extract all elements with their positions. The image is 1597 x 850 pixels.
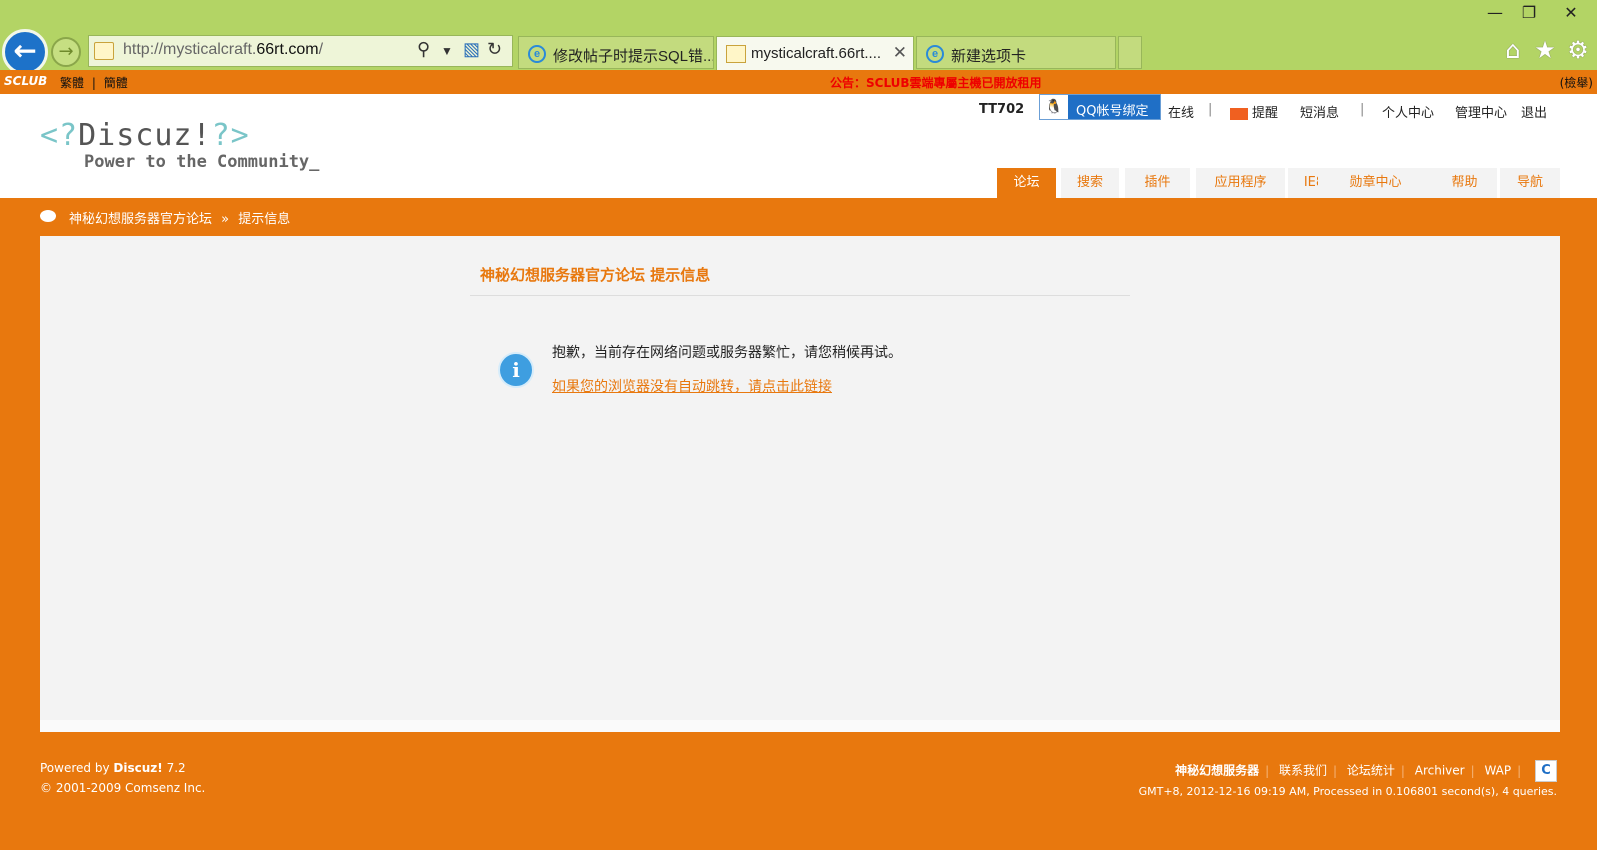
qq-bind-button[interactable]: 🐧 QQ帐号绑定 <box>1039 94 1161 120</box>
close-tab-icon[interactable]: ✕ <box>893 43 907 63</box>
stats-link[interactable]: 论坛统计 <box>1347 764 1395 778</box>
logout-link[interactable]: 退出 <box>1521 102 1547 121</box>
username[interactable]: TT702 <box>979 102 1024 117</box>
forum-header: <?Discuz!?> Power to the Community_ TT70… <box>0 94 1597 198</box>
breadcrumb-current: 提示信息 <box>238 212 291 227</box>
address-bar[interactable]: http://mysticalcraft.66rt.com/ ⚲ ▼ ▧ ↻ <box>88 35 513 67</box>
nav-navigation[interactable]: 导航 <box>1500 168 1560 198</box>
redirect-link[interactable]: 如果您的浏览器没有自动跳转，请点击此链接 <box>552 376 832 396</box>
cnzz-stats-icon[interactable]: C <box>1535 760 1557 782</box>
breadcrumb: 神秘幻想服务器官方论坛 » 提示信息 <box>0 198 1597 236</box>
nav-medals[interactable]: 勋章中心 <box>1318 168 1433 198</box>
contact-link[interactable]: 联系我们 <box>1279 764 1327 778</box>
url-suffix: / <box>318 41 324 58</box>
tab-label: 修改帖子时提示SQL错... <box>553 48 714 65</box>
nav-apps[interactable]: 应用程序 <box>1196 168 1285 198</box>
nav-help[interactable]: 帮助 <box>1432 168 1497 198</box>
favorites-star-icon[interactable]: ★ <box>1531 36 1559 64</box>
arrow-right-icon: → <box>58 41 74 62</box>
qq-bind-label: QQ帐号绑定 <box>1076 104 1149 119</box>
browser-titlebar: — ❐ ✕ ← → http://mysticalcraft.66rt.com/… <box>0 0 1597 75</box>
url-text[interactable]: http://mysticalcraft.66rt.com/ <box>123 41 323 59</box>
search-icon[interactable]: ⚲ <box>417 39 430 60</box>
footer-site-name[interactable]: 神秘幻想服务器 <box>1175 764 1259 778</box>
announcement-text[interactable]: 公告：SCLUB雲端專屬主機已開放租用 <box>830 74 1042 91</box>
minimize-button[interactable]: — <box>1480 2 1510 24</box>
tab-sql-error[interactable]: e 修改帖子时提示SQL错... <box>518 36 714 69</box>
discuz-logo[interactable]: <?Discuz!?> <box>40 118 250 153</box>
personal-center-link[interactable]: 个人中心 <box>1382 102 1434 121</box>
compat-view-icon[interactable]: ▧ <box>463 39 480 60</box>
message-box: 神秘幻想服务器官方论坛 提示信息 i 抱歉，当前存在网络问题或服务器繁忙，请您稍… <box>470 260 1130 395</box>
lang-simplified-link[interactable]: 簡體 <box>104 76 128 90</box>
close-window-button[interactable]: ✕ <box>1556 2 1586 24</box>
site-favicon-icon <box>726 45 746 63</box>
messages-link[interactable]: 短消息 <box>1300 102 1339 121</box>
footer-links: 神秘幻想服务器 | 联系我们 | 论坛统计 | Archiver | WAP | C GM… <box>1139 760 1557 802</box>
dropdown-icon[interactable]: ▼ <box>441 44 453 58</box>
site-favicon-icon <box>94 42 114 60</box>
discuz-link[interactable]: Discuz! <box>113 761 162 775</box>
footer: Powered by Discuz! 7.2 © 2001-2009 Comse… <box>0 744 1597 850</box>
info-icon: i <box>498 352 534 388</box>
mail-icon <box>1230 107 1248 120</box>
tab-label: mysticalcraft.66rt.... <box>751 45 882 62</box>
archiver-link[interactable]: Archiver <box>1415 764 1465 778</box>
qq-penguin-icon: 🐧 <box>1040 95 1068 119</box>
nav-forum[interactable]: 论坛 <box>997 168 1056 198</box>
language-switch: 繁體 | 簡體 <box>60 76 128 90</box>
main-content: 神秘幻想服务器官方论坛 提示信息 i 抱歉，当前存在网络问题或服务器繁忙，请您稍… <box>40 236 1560 732</box>
url-prefix: http://mysticalcraft. <box>123 41 257 58</box>
settings-gear-icon[interactable]: ⚙ <box>1564 36 1592 64</box>
message-text: 抱歉，当前存在网络问题或服务器繁忙，请您稍候再试。 <box>552 345 902 361</box>
top-notice-bar: SCLUB 繁體 | 簡體 公告：SCLUB雲端專屬主機已開放租用 (檢舉) <box>0 70 1597 94</box>
wap-link[interactable]: WAP <box>1484 764 1511 778</box>
process-info: GMT+8, 2012-12-16 09:19 AM, Processed in… <box>1138 785 1557 798</box>
footer-credits: Powered by Discuz! 7.2 © 2001-2009 Comse… <box>40 758 205 798</box>
sclub-logo[interactable]: SCLUB <box>4 74 47 88</box>
tab-label: 新建选项卡 <box>951 48 1027 65</box>
nav-search[interactable]: 搜索 <box>1061 168 1119 198</box>
ie-icon: e <box>528 45 546 63</box>
online-status[interactable]: 在线 <box>1168 102 1194 121</box>
nav-plugins[interactable]: 插件 <box>1125 168 1190 198</box>
message-title: 神秘幻想服务器官方论坛 提示信息 <box>470 260 1130 296</box>
lang-traditional-link[interactable]: 繁體 <box>60 76 84 90</box>
new-tab-button[interactable] <box>1118 36 1142 69</box>
restore-button[interactable]: ❐ <box>1514 2 1544 24</box>
url-domain: 66rt.com <box>256 41 319 58</box>
home-icon[interactable]: ⌂ <box>1499 36 1527 64</box>
refresh-icon[interactable]: ↻ <box>487 39 502 60</box>
arrow-left-icon: ← <box>13 34 37 67</box>
tab-mysticalcraft[interactable]: mysticalcraft.66rt.... ✕ <box>716 36 914 71</box>
tab-new[interactable]: e 新建选项卡 <box>916 36 1116 69</box>
ie-icon: e <box>926 45 944 63</box>
remind-link[interactable]: 提醒 <box>1230 102 1278 121</box>
back-button[interactable]: ← <box>2 29 48 75</box>
forward-button[interactable]: → <box>51 37 81 67</box>
copyright-text: © 2001-2009 Comsenz Inc. <box>40 781 206 795</box>
speech-bubble-icon <box>40 210 56 222</box>
report-link[interactable]: (檢舉) <box>1560 74 1593 91</box>
breadcrumb-forum-link[interactable]: 神秘幻想服务器官方论坛 <box>69 212 212 227</box>
admin-center-link[interactable]: 管理中心 <box>1455 102 1507 121</box>
discuz-tagline: Power to the Community_ <box>84 152 320 172</box>
